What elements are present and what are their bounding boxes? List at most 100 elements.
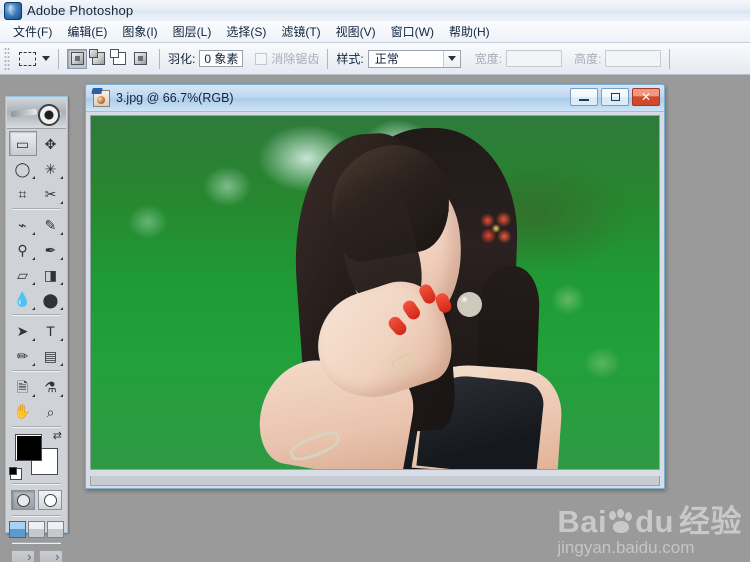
chevron-down-icon[interactable]	[42, 56, 50, 61]
history-brush-tool[interactable]: ✒	[37, 237, 65, 262]
move-tool[interactable]: ✥	[37, 131, 65, 156]
shape-icon: ▤	[43, 347, 58, 364]
type-tool[interactable]: T	[37, 318, 65, 343]
swap-colors-icon[interactable]: ⇄	[53, 431, 62, 442]
antialias-checkbox[interactable]	[255, 52, 268, 65]
tool-row: ✏ ▤	[6, 343, 67, 368]
full-screen-with-menubar-mode-button[interactable]	[28, 521, 45, 538]
menu-item-edit[interactable]: 编辑(E)	[60, 21, 114, 42]
brush-tool[interactable]: ✎	[37, 212, 65, 237]
tool-row: ⌁ ✎	[6, 212, 67, 237]
path-selection-tool[interactable]: ➤	[9, 318, 37, 343]
style-select[interactable]: 正常	[367, 49, 461, 68]
menu-item-select[interactable]: 选择(S)	[219, 21, 273, 42]
blur-drop-icon: 💧	[13, 291, 32, 308]
menu-item-file[interactable]: 文件(F)	[6, 21, 59, 42]
style-select-value: 正常	[374, 52, 399, 66]
watermark-brand-du: du	[635, 504, 674, 539]
dodge-tool[interactable]: ⬤	[37, 287, 65, 312]
gradient-tool[interactable]: ◨	[37, 262, 65, 287]
standard-mode-button[interactable]	[11, 490, 35, 510]
foreground-color-swatch[interactable]	[15, 434, 42, 461]
clone-stamp-tool[interactable]: ⚲	[9, 237, 37, 262]
intersect-with-selection-button[interactable]	[130, 49, 150, 69]
document-titlebar[interactable]: 3.jpg @ 66.7%(RGB) ✕	[86, 85, 664, 112]
document-title: 3.jpg @ 66.7%(RGB)	[116, 91, 234, 105]
canvas-viewport[interactable]	[90, 115, 660, 470]
menu-item-image[interactable]: 图象(I)	[115, 21, 164, 42]
crop-tool[interactable]: ⌗	[9, 181, 37, 206]
standard-screen-mode-button[interactable]	[9, 521, 26, 538]
photoshop-application-window: Adobe Photoshop 文件(F) 编辑(E) 图象(I) 图层(L) …	[0, 0, 750, 562]
quick-mask-mode-button[interactable]	[38, 490, 62, 510]
restore-button[interactable]	[601, 88, 629, 106]
document-window: 3.jpg @ 66.7%(RGB) ✕	[85, 84, 665, 489]
chevron-down-icon[interactable]	[442, 50, 460, 67]
tool-row: ▭ ✥	[6, 131, 67, 156]
tool-separator	[12, 483, 61, 485]
minimize-button[interactable]	[570, 88, 598, 106]
new-selection-button[interactable]	[67, 48, 87, 69]
pen-tool[interactable]: ✏	[9, 343, 37, 368]
clone-stamp-icon: ⚲	[17, 241, 28, 258]
height-input[interactable]	[605, 50, 662, 67]
photo-flower-hairclip	[477, 212, 515, 245]
options-divider	[159, 48, 160, 69]
width-input[interactable]	[506, 50, 563, 67]
jump-to-imageready-button[interactable]	[10, 549, 35, 562]
healing-brush-tool[interactable]: ⌁	[9, 212, 37, 237]
selection-mode-group	[67, 48, 151, 69]
hand-tool[interactable]: ✋	[9, 399, 37, 424]
antialias-label: 消除锯齿	[271, 52, 320, 66]
options-divider	[327, 48, 329, 69]
subtract-from-selection-button[interactable]	[109, 49, 129, 69]
tool-separator	[12, 370, 61, 372]
feather-input[interactable]: 0 象素	[199, 50, 244, 67]
eraser-tool[interactable]: ▱	[9, 262, 37, 287]
watermark-brand: Bai du 经验	[557, 506, 742, 537]
full-screen-mode-button[interactable]	[47, 521, 64, 538]
height-label: 高度:	[574, 52, 602, 66]
options-divider	[669, 48, 671, 69]
menu-item-help[interactable]: 帮助(H)	[442, 21, 497, 42]
rectangular-marquee-icon[interactable]	[16, 48, 38, 70]
notes-icon: 🗎	[16, 378, 29, 395]
menu-item-window[interactable]: 窗口(W)	[384, 21, 441, 42]
zoom-tool[interactable]: ⌕	[37, 399, 65, 424]
dodge-icon: ⬤	[42, 291, 59, 308]
eyedropper-tool[interactable]: ⚗	[37, 374, 65, 399]
jump-to-preview-button[interactable]	[38, 549, 63, 562]
path-arrow-icon: ➤	[16, 322, 29, 339]
default-colors-icon[interactable]	[9, 467, 22, 480]
menu-item-view[interactable]: 视图(V)	[329, 21, 383, 42]
baidu-jingyan-watermark: Bai du 经验 jingyan.baidu.com	[557, 506, 742, 556]
tool-grid: ▭ ✥ ◯ ✳ ⌗ ✂ ⌁ ✎ ⚲ ✒ ▱ ◨ 💧 ⬤ ➤ T ✏ ▤ 🗎 ⚗ …	[6, 129, 67, 424]
quick-mask-mode-group	[6, 487, 67, 513]
add-to-selection-button[interactable]	[88, 49, 108, 69]
toolbox-header-banner[interactable]	[7, 98, 66, 129]
document-window-buttons: ✕	[570, 88, 660, 106]
eyedropper-icon: ⚗	[44, 378, 57, 395]
notes-tool[interactable]: 🗎	[9, 374, 37, 399]
tool-row: 🗎 ⚗	[6, 374, 67, 399]
menu-item-layer[interactable]: 图层(L)	[166, 21, 219, 42]
tool-row: ✋ ⌕	[6, 399, 67, 424]
lasso-tool[interactable]: ◯	[9, 156, 37, 181]
options-bar-grip[interactable]	[4, 46, 10, 71]
menu-item-filter[interactable]: 滤镜(T)	[274, 21, 327, 42]
tool-separator	[12, 515, 61, 517]
shape-tool[interactable]: ▤	[37, 343, 65, 368]
hand-icon: ✋	[13, 403, 32, 420]
feather-label: 羽化:	[168, 52, 196, 66]
tool-separator	[12, 314, 61, 316]
image-canvas[interactable]	[91, 116, 659, 469]
magic-wand-tool[interactable]: ✳	[37, 156, 65, 181]
close-button[interactable]: ✕	[632, 88, 660, 106]
tool-separator	[12, 426, 61, 428]
rectangular-marquee-tool[interactable]: ▭	[8, 131, 37, 156]
style-label: 样式:	[336, 52, 364, 66]
marquee-icon: ▭	[15, 135, 30, 152]
paw-print-icon	[608, 508, 634, 535]
blur-tool[interactable]: 💧	[9, 287, 37, 312]
slice-tool[interactable]: ✂	[37, 181, 65, 206]
